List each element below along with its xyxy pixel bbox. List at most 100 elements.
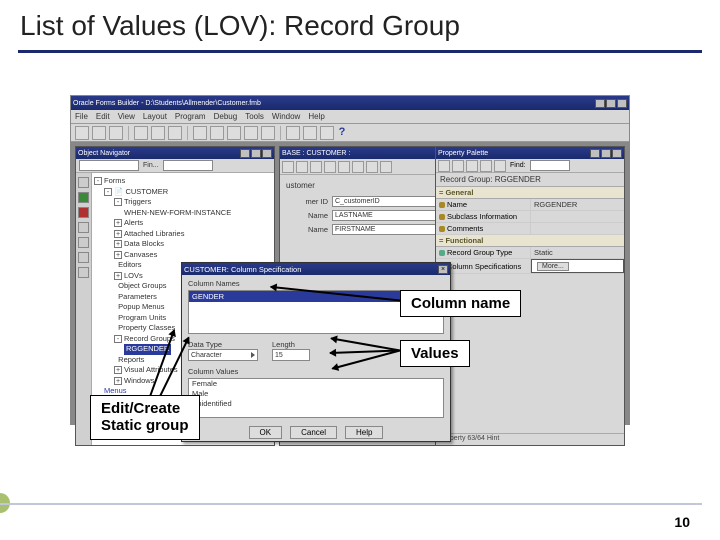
tool-icon[interactable] — [109, 126, 123, 140]
create-icon[interactable] — [78, 192, 89, 203]
screenshot-panel: Oracle Forms Builder - D:\Students\Allme… — [70, 95, 630, 425]
help-button[interactable]: Help — [345, 426, 383, 439]
menu-help[interactable]: Help — [308, 112, 324, 121]
column-values-label: Column Values — [188, 367, 444, 376]
property-toolbar[interactable]: Find: — [436, 159, 624, 173]
tree-node[interactable]: +Attached Libraries — [94, 229, 272, 240]
tree-node[interactable]: WHEN-NEW-FORM-INSTANCE — [94, 208, 272, 219]
canvas-tool-icon[interactable] — [338, 161, 350, 173]
maximize-icon[interactable] — [606, 99, 616, 108]
close-icon[interactable] — [617, 99, 627, 108]
find-label: Find: — [508, 162, 528, 169]
property-row[interactable]: Subclass Information — [436, 211, 624, 223]
callout-edit-create: Edit/Create Static group — [90, 395, 200, 440]
tool-icon[interactable] — [75, 126, 89, 140]
tree-node-form[interactable]: -📄 CUSTOMER — [94, 187, 272, 198]
prop-tool-icon[interactable] — [494, 160, 506, 172]
canvas-tool-icon[interactable] — [352, 161, 364, 173]
main-toolbar[interactable]: ? — [71, 124, 629, 142]
nav-tool-icon[interactable] — [78, 237, 89, 248]
more-button[interactable]: More... — [537, 262, 569, 271]
tool-icon[interactable] — [286, 126, 300, 140]
canvas-tool-icon[interactable] — [282, 161, 294, 173]
tool-icon[interactable] — [193, 126, 207, 140]
menu-tools[interactable]: Tools — [245, 112, 264, 121]
slide-title: List of Values (LOV): Record Group — [20, 10, 700, 42]
nav-tool-icon[interactable] — [78, 177, 89, 188]
delete-icon[interactable] — [78, 207, 89, 218]
close-icon[interactable] — [262, 149, 272, 158]
menu-layout[interactable]: Layout — [143, 112, 167, 121]
canvas-tool-icon[interactable] — [310, 161, 322, 173]
property-group: = Functional — [436, 235, 624, 247]
prop-tool-icon[interactable] — [438, 160, 450, 172]
tree-node[interactable]: +Canvases — [94, 250, 272, 261]
menu-debug[interactable]: Debug — [214, 112, 238, 121]
tool-icon[interactable] — [168, 126, 182, 140]
tool-icon[interactable] — [244, 126, 258, 140]
property-row[interactable]: Record Group TypeStatic — [436, 247, 624, 259]
tool-icon[interactable] — [261, 126, 275, 140]
tool-icon[interactable] — [151, 126, 165, 140]
list-item[interactable]: Unidentified — [189, 399, 443, 409]
datatype-label: Data Type — [188, 340, 258, 349]
maximize-icon[interactable] — [251, 149, 261, 158]
property-row-selected[interactable]: Column SpecificationsMore... — [436, 259, 624, 274]
column-values-list[interactable]: Female Male Unidentified — [188, 378, 444, 418]
window-controls[interactable] — [595, 99, 627, 108]
list-item[interactable]: Female — [189, 379, 443, 389]
navigator-toolbar: Fin... — [76, 159, 274, 173]
minimize-icon[interactable] — [595, 99, 605, 108]
tool-icon[interactable] — [320, 126, 334, 140]
tree-node[interactable]: +Alerts — [94, 218, 272, 229]
datatype-select[interactable]: Character — [188, 349, 258, 361]
prop-tool-icon[interactable] — [480, 160, 492, 172]
menu-program[interactable]: Program — [175, 112, 206, 121]
tree-node[interactable]: +Data Blocks — [94, 239, 272, 250]
title-rule — [18, 50, 702, 53]
cancel-button[interactable]: Cancel — [290, 426, 337, 439]
close-icon[interactable]: × — [438, 265, 448, 274]
menu-file[interactable]: File — [75, 112, 88, 121]
navigator-combo[interactable] — [79, 160, 139, 171]
close-icon[interactable] — [612, 149, 622, 158]
app-title-text: Oracle Forms Builder - D:\Students\Allme… — [73, 100, 261, 107]
property-row[interactable]: Comments — [436, 223, 624, 235]
canvas-tool-icon[interactable] — [380, 161, 392, 173]
find-input[interactable] — [530, 160, 570, 171]
menu-view[interactable]: View — [118, 112, 135, 121]
navigator-title: Object Navigator — [78, 150, 130, 157]
canvas-tool-icon[interactable] — [324, 161, 336, 173]
property-header: Record Group: RGGENDER — [436, 173, 624, 187]
canvas-tool-icon[interactable] — [366, 161, 378, 173]
ok-button[interactable]: OK — [249, 426, 283, 439]
canvas-tool-icon[interactable] — [296, 161, 308, 173]
property-titlebar: Property Palette — [436, 147, 624, 159]
tool-icon[interactable] — [210, 126, 224, 140]
prop-tool-icon[interactable] — [452, 160, 464, 172]
maximize-icon[interactable] — [601, 149, 611, 158]
length-input[interactable]: 15 — [272, 349, 310, 361]
list-item[interactable]: Male — [189, 389, 443, 399]
field-label: Name — [286, 225, 328, 234]
tool-icon[interactable] — [227, 126, 241, 140]
nav-tool-icon[interactable] — [78, 252, 89, 263]
separator — [187, 126, 188, 140]
tree-node-forms[interactable]: -Forms — [94, 176, 272, 187]
menubar[interactable]: File Edit View Layout Program Debug Tool… — [71, 110, 629, 124]
tool-icon[interactable] — [92, 126, 106, 140]
navigator-find-input[interactable] — [163, 160, 213, 171]
minimize-icon[interactable] — [240, 149, 250, 158]
nav-tool-icon[interactable] — [78, 267, 89, 278]
menu-window[interactable]: Window — [272, 112, 300, 121]
page-number: 10 — [674, 514, 690, 530]
help-icon[interactable]: ? — [337, 126, 347, 140]
menu-edit[interactable]: Edit — [96, 112, 110, 121]
tool-icon[interactable] — [134, 126, 148, 140]
tree-node[interactable]: -Triggers — [94, 197, 272, 208]
minimize-icon[interactable] — [590, 149, 600, 158]
prop-tool-icon[interactable] — [466, 160, 478, 172]
tool-icon[interactable] — [303, 126, 317, 140]
nav-tool-icon[interactable] — [78, 222, 89, 233]
property-row[interactable]: NameRGGENDER — [436, 199, 624, 211]
